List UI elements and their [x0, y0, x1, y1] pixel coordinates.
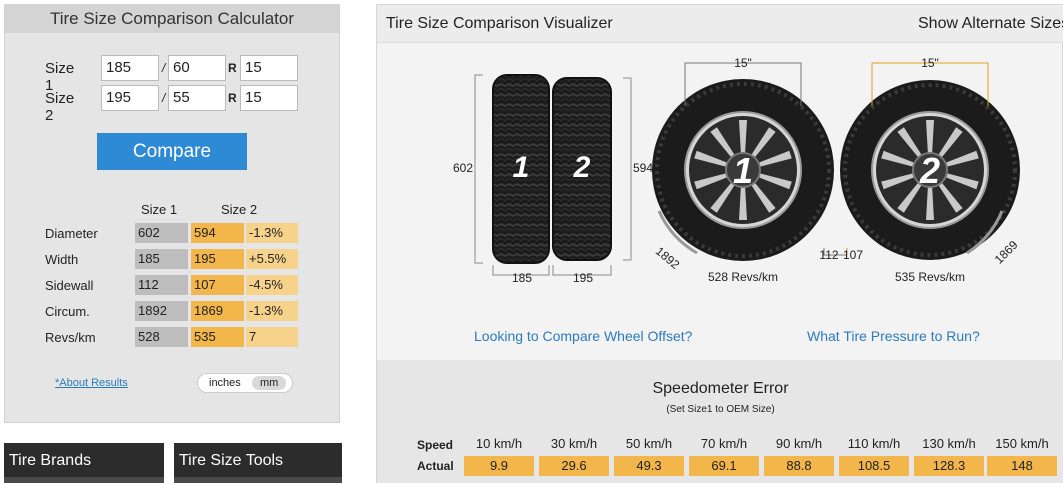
size2-slash: /	[162, 91, 166, 105]
tire-brands-tab[interactable]: Tire Brands	[4, 443, 164, 483]
speedometer-error-section: Speedometer Error (Set Size1 to OEM Size…	[377, 360, 1063, 483]
speed-value: 90 km/h	[775, 436, 823, 451]
units-mm-option[interactable]: mm	[252, 376, 287, 390]
speed-value: 130 km/h	[922, 436, 976, 451]
calculator-panel: Tire Size Comparison Calculator Size 1 1…	[4, 4, 340, 423]
size2-rim-input[interactable]: 15	[240, 85, 298, 111]
results-size2-value: 535	[191, 327, 244, 347]
results-col-size2: Size 2	[221, 202, 258, 217]
results-row: Width 185 195 +5.5%	[5, 249, 341, 269]
compare-button[interactable]: Compare	[97, 133, 247, 170]
results-row-label: Sidewall	[45, 278, 94, 293]
about-results-link[interactable]: *About Results	[55, 377, 128, 389]
size1-r: R	[228, 61, 237, 75]
size2-r: R	[228, 91, 237, 105]
size1-rim-input[interactable]: 15	[240, 55, 298, 81]
actual-speed-value: 49.3	[614, 456, 684, 476]
speed-value: 50 km/h	[625, 436, 673, 451]
results-row: Sidewall 112 107 -4.5%	[5, 275, 341, 295]
results-row: Revs/km 528 535 7	[5, 327, 341, 347]
side-height-1-label: 602	[453, 161, 473, 175]
results-row-label: Circum.	[45, 304, 90, 319]
actual-speed-value: 69.1	[689, 456, 759, 476]
size2-label: Size 2	[45, 90, 75, 124]
results-size1-value: 185	[135, 249, 188, 269]
calculator-title: Tire Size Comparison Calculator	[5, 5, 339, 33]
speed-value: 30 km/h	[550, 436, 598, 451]
actual-speed-value: 128.3	[914, 456, 984, 476]
wheel-1-rim-size: 15"	[734, 56, 752, 70]
visualizer-header: Tire Size Comparison Visualizer Show Alt…	[377, 5, 1063, 43]
side-tire-2-number: 2	[573, 151, 591, 184]
actual-row-label: Actual	[417, 459, 454, 473]
wheel-1: 1	[652, 79, 834, 261]
actual-speed-value: 148	[987, 456, 1057, 476]
side-width-1-label: 185	[512, 271, 532, 285]
results-diff-value: 7	[246, 327, 298, 347]
results-row: Diameter 602 594 -1.3%	[5, 223, 341, 243]
side-height-2-label: 594	[633, 161, 653, 175]
results-size2-value: 594	[191, 223, 244, 243]
wheel-2-sidewall: 107	[843, 248, 863, 262]
results-size2-value: 195	[191, 249, 244, 269]
speed-value: 110 km/h	[847, 436, 901, 451]
speed-row-label: Speed	[417, 438, 454, 452]
size1-label: Size 1	[45, 60, 75, 94]
results-diff-value: +5.5%	[246, 249, 298, 269]
size1-aspect-input[interactable]: 60	[168, 55, 226, 81]
results-size1-value: 1892	[135, 301, 188, 321]
results-size2-value: 1869	[191, 301, 244, 321]
results-col-size1: Size 1	[141, 202, 178, 217]
units-toggle[interactable]: inches mm	[197, 373, 293, 393]
wheel-2: 2	[840, 80, 1020, 260]
actual-speed-value: 88.8	[764, 456, 834, 476]
side-profile-tire-2: 2	[552, 77, 612, 261]
wheel-2-revs: 535 Revs/km	[895, 270, 965, 284]
speed-value: 150 km/h	[995, 436, 1049, 451]
wheel-1-circumference: 1892	[653, 244, 683, 272]
wheel-1-number: 1	[733, 150, 753, 191]
results-size1-value: 602	[135, 223, 188, 243]
speed-value: 70 km/h	[700, 436, 748, 451]
results-diff-value: -4.5%	[246, 275, 298, 295]
wheel-1-sidewall: 112	[819, 248, 838, 262]
units-inches-option[interactable]: inches	[201, 376, 249, 390]
results-size1-value: 112	[135, 275, 188, 295]
side-width-2-label: 195	[573, 271, 593, 285]
visualizer-title: Tire Size Comparison Visualizer	[386, 15, 613, 32]
actual-speed-value: 108.5	[839, 456, 909, 476]
results-row: Circum. 1892 1869 -1.3%	[5, 301, 341, 321]
tire-visualization: 1 2 602 594 185 195 1 15" 1892 112 528 R…	[453, 56, 1021, 285]
wheel-2-rim-size: 15"	[921, 56, 939, 70]
results-row-label: Revs/km	[45, 330, 96, 345]
results-row-label: Diameter	[45, 226, 98, 241]
side-profile-tire-1: 1	[492, 74, 550, 264]
results-row-label: Width	[45, 252, 79, 267]
side-tire-1-number: 1	[513, 151, 530, 184]
tire-pressure-link[interactable]: What Tire Pressure to Run?	[807, 328, 980, 344]
show-alternate-sizes-button[interactable]: Show Alternate Sizes	[918, 15, 1063, 33]
actual-speed-value: 9.9	[464, 456, 534, 476]
speedometer-title: Speedometer Error	[652, 380, 789, 397]
speed-value: 10 km/h	[475, 436, 523, 451]
visualizer-panel: Tire Size Comparison Visualizer Show Alt…	[376, 4, 1063, 483]
wheel-1-revs: 528 Revs/km	[708, 270, 778, 284]
tire-size-tools-tab[interactable]: Tire Size Tools	[174, 443, 342, 483]
results-size2-value: 107	[191, 275, 244, 295]
speedometer-subtitle: (Set Size1 to OEM Size)	[666, 404, 775, 415]
wheel-2-number: 2	[919, 150, 940, 191]
wheel-2-circumference: 1869	[992, 238, 1021, 267]
results-size1-value: 528	[135, 327, 188, 347]
actual-speed-value: 29.6	[539, 456, 609, 476]
size1-slash: /	[162, 61, 166, 75]
compare-wheel-offset-link[interactable]: Looking to Compare Wheel Offset?	[474, 328, 692, 344]
size2-width-input[interactable]: 195	[101, 85, 159, 111]
results-diff-value: -1.3%	[246, 223, 298, 243]
results-diff-value: -1.3%	[246, 301, 298, 321]
size2-aspect-input[interactable]: 55	[168, 85, 226, 111]
size1-width-input[interactable]: 185	[101, 55, 159, 81]
